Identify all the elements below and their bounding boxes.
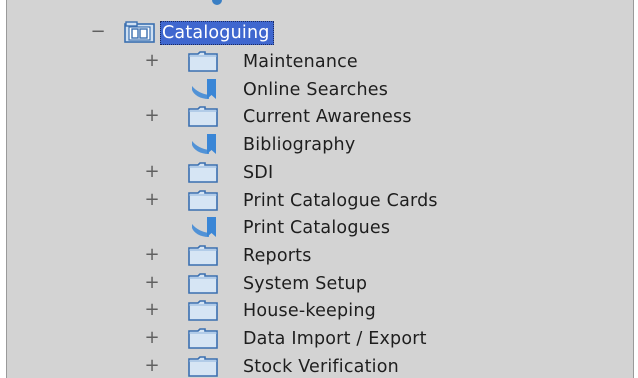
expand-toggle[interactable]: + bbox=[144, 161, 160, 182]
folder-icon bbox=[187, 161, 219, 183]
expand-toggle[interactable]: + bbox=[144, 244, 160, 265]
expand-toggle[interactable]: + bbox=[144, 300, 160, 320]
tree-node-label[interactable]: Print Catalogue Cards bbox=[243, 189, 438, 213]
expand-toggle[interactable]: + bbox=[144, 106, 160, 126]
tree-node-label[interactable]: Bibliography bbox=[243, 133, 355, 157]
tree-node-print-catalogue-cards[interactable]: + Print Catalogue Cards bbox=[7, 187, 633, 215]
tree-node-sdi[interactable]: + SDI bbox=[7, 159, 633, 187]
tree-node-label[interactable]: System Setup bbox=[243, 272, 367, 296]
tree-node-label[interactable]: Online Searches bbox=[243, 78, 388, 102]
menu-tree-panel: − Cataloguing + Maintenance Online Searche… bbox=[6, 0, 634, 378]
tree-node-label[interactable]: Data Import / Export bbox=[243, 327, 427, 351]
expand-toggle[interactable]: + bbox=[144, 328, 160, 348]
tree-node-stock-verification[interactable]: + Stock Verification bbox=[7, 353, 633, 378]
tree-node-print-catalogues[interactable]: Print Catalogues bbox=[7, 214, 633, 242]
tree-node-label[interactable]: Print Catalogues bbox=[243, 216, 390, 240]
tree-node-label[interactable]: Reports bbox=[243, 244, 312, 268]
tree-node-bibliography[interactable]: Bibliography bbox=[7, 131, 633, 159]
tree-node-house-keeping[interactable]: + House-keeping bbox=[7, 297, 633, 325]
tree-node-system-setup[interactable]: + System Setup bbox=[7, 270, 633, 298]
tree-node-online-searches[interactable]: Online Searches bbox=[7, 76, 633, 104]
expand-toggle[interactable]: + bbox=[144, 355, 160, 376]
collapse-toggle[interactable]: − bbox=[90, 22, 106, 42]
expand-toggle[interactable]: + bbox=[144, 51, 160, 71]
folder-icon bbox=[187, 327, 219, 349]
tree-node-maintenance[interactable]: + Maintenance bbox=[7, 48, 633, 76]
folder-icon bbox=[187, 299, 219, 322]
tree-node-label[interactable]: House-keeping bbox=[243, 299, 376, 323]
tree-node-cataloguing[interactable]: − Cataloguing bbox=[7, 19, 633, 47]
expand-toggle[interactable]: + bbox=[144, 189, 160, 210]
tree-node-current-awareness[interactable]: + Current Awareness bbox=[7, 103, 633, 131]
tree-node-label[interactable]: Maintenance bbox=[243, 50, 358, 74]
tree-node-label[interactable]: Stock Verification bbox=[243, 355, 399, 378]
folder-icon bbox=[187, 355, 219, 377]
folder-icon bbox=[187, 244, 219, 266]
tree-node-label[interactable]: Cataloguing bbox=[160, 21, 274, 45]
partial-parent-icon bbox=[212, 0, 222, 5]
tree-node-data-import-export[interactable]: + Data Import / Export bbox=[7, 325, 633, 353]
folder-icon bbox=[187, 105, 219, 128]
library-folder-icon bbox=[124, 21, 156, 43]
folder-icon bbox=[187, 50, 219, 72]
bookmark-document-icon bbox=[187, 133, 219, 155]
tree-node-label[interactable]: SDI bbox=[243, 161, 273, 185]
folder-icon bbox=[187, 272, 219, 294]
tree-node-reports[interactable]: + Reports bbox=[7, 242, 633, 270]
folder-icon bbox=[187, 189, 219, 211]
expand-toggle[interactable]: + bbox=[144, 272, 160, 293]
tree-node-label[interactable]: Current Awareness bbox=[243, 105, 412, 129]
bookmark-document-icon bbox=[187, 78, 219, 100]
bookmark-document-icon bbox=[187, 216, 219, 238]
